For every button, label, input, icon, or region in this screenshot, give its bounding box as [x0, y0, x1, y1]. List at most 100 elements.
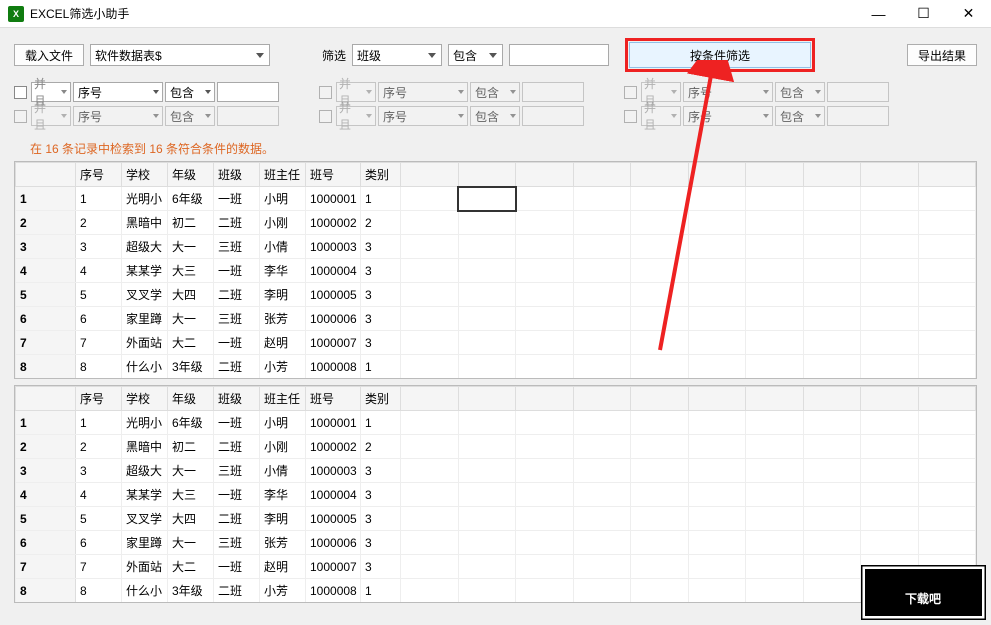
- cell[interactable]: [918, 259, 976, 283]
- cell[interactable]: [918, 531, 976, 555]
- cell[interactable]: 外面站: [122, 555, 168, 579]
- value-input-sub[interactable]: [522, 82, 584, 102]
- cell[interactable]: [401, 483, 459, 507]
- cell[interactable]: [688, 579, 746, 603]
- column-header[interactable]: [803, 163, 861, 187]
- row-number[interactable]: 1: [16, 411, 76, 435]
- cell[interactable]: 3: [361, 331, 401, 355]
- cell[interactable]: [918, 187, 976, 211]
- column-header[interactable]: 班主任: [260, 387, 306, 411]
- cell[interactable]: [573, 555, 631, 579]
- column-header[interactable]: [918, 163, 976, 187]
- cell[interactable]: [688, 235, 746, 259]
- cell[interactable]: 5: [76, 283, 122, 307]
- cell[interactable]: [458, 235, 516, 259]
- cell[interactable]: [458, 483, 516, 507]
- cell[interactable]: [746, 435, 804, 459]
- cell[interactable]: 3: [361, 507, 401, 531]
- cell[interactable]: 大二: [168, 555, 214, 579]
- cell[interactable]: [688, 483, 746, 507]
- cell[interactable]: [458, 411, 516, 435]
- filter-checkbox[interactable]: [319, 86, 332, 99]
- cell[interactable]: [631, 507, 689, 531]
- cell[interactable]: [401, 283, 459, 307]
- value-input-sub[interactable]: [217, 106, 279, 126]
- cell[interactable]: [401, 211, 459, 235]
- table-row[interactable]: 44某某学大三一班李华10000043: [16, 259, 976, 283]
- cell[interactable]: [401, 259, 459, 283]
- cell[interactable]: [573, 579, 631, 603]
- cell[interactable]: 二班: [214, 211, 260, 235]
- cell[interactable]: [573, 235, 631, 259]
- cell[interactable]: [918, 307, 976, 331]
- cell[interactable]: [516, 579, 574, 603]
- cell[interactable]: [573, 187, 631, 211]
- cell[interactable]: [458, 259, 516, 283]
- cell[interactable]: [803, 355, 861, 379]
- cell[interactable]: 外面站: [122, 331, 168, 355]
- cell[interactable]: 8: [76, 579, 122, 603]
- cell[interactable]: [631, 283, 689, 307]
- table-row[interactable]: 88什么小3年级二班小芳10000081: [16, 579, 976, 603]
- cell[interactable]: 1000007: [306, 331, 361, 355]
- cell[interactable]: 叉叉学: [122, 283, 168, 307]
- cell[interactable]: [746, 331, 804, 355]
- cell[interactable]: 李明: [260, 507, 306, 531]
- cell[interactable]: [631, 259, 689, 283]
- filter-value-input[interactable]: [509, 44, 609, 66]
- cell[interactable]: [401, 435, 459, 459]
- column-header[interactable]: [573, 387, 631, 411]
- cell[interactable]: [918, 211, 976, 235]
- cell[interactable]: 张芳: [260, 307, 306, 331]
- cell[interactable]: [746, 579, 804, 603]
- cell[interactable]: [688, 283, 746, 307]
- cell[interactable]: 2: [361, 211, 401, 235]
- cell[interactable]: 1000001: [306, 411, 361, 435]
- cell[interactable]: [516, 355, 574, 379]
- cell[interactable]: 1000008: [306, 579, 361, 603]
- cell[interactable]: 4: [76, 259, 122, 283]
- export-button[interactable]: 导出结果: [907, 44, 977, 66]
- cell[interactable]: [746, 355, 804, 379]
- cell[interactable]: 小明: [260, 187, 306, 211]
- results-grid-bottom[interactable]: 序号学校年级班级班主任班号类别11光明小6年级一班小明1000001122黑暗中…: [14, 385, 977, 603]
- cell[interactable]: [861, 307, 919, 331]
- cell[interactable]: [803, 307, 861, 331]
- cell[interactable]: [458, 187, 516, 211]
- cell[interactable]: 1000004: [306, 259, 361, 283]
- filter-checkbox[interactable]: [14, 110, 27, 123]
- cell[interactable]: [516, 459, 574, 483]
- cell[interactable]: [803, 283, 861, 307]
- cell[interactable]: 6年级: [168, 411, 214, 435]
- cell[interactable]: [516, 307, 574, 331]
- cell[interactable]: 光明小: [122, 187, 168, 211]
- cell[interactable]: [688, 435, 746, 459]
- cell[interactable]: [803, 435, 861, 459]
- table-row[interactable]: 44某某学大三一班李华10000043: [16, 483, 976, 507]
- cell[interactable]: 二班: [214, 435, 260, 459]
- cell[interactable]: [861, 211, 919, 235]
- op-select-sub[interactable]: 包含: [165, 82, 215, 102]
- cell[interactable]: [401, 459, 459, 483]
- cell[interactable]: [746, 411, 804, 435]
- cell[interactable]: [918, 283, 976, 307]
- cell[interactable]: [401, 331, 459, 355]
- cell[interactable]: [458, 459, 516, 483]
- op-select-sub[interactable]: 包含: [775, 82, 825, 102]
- cell[interactable]: [803, 235, 861, 259]
- column-header[interactable]: [401, 163, 459, 187]
- cell[interactable]: [746, 283, 804, 307]
- cell[interactable]: [918, 435, 976, 459]
- cell[interactable]: [688, 211, 746, 235]
- cell[interactable]: [631, 579, 689, 603]
- column-header[interactable]: 年级: [168, 163, 214, 187]
- cell[interactable]: [516, 211, 574, 235]
- row-number[interactable]: 4: [16, 259, 76, 283]
- cell[interactable]: 1: [361, 355, 401, 379]
- cell[interactable]: 三班: [214, 235, 260, 259]
- cell[interactable]: [746, 459, 804, 483]
- cell[interactable]: [688, 259, 746, 283]
- cell[interactable]: [631, 331, 689, 355]
- field-select-sub[interactable]: 序号: [378, 82, 468, 102]
- column-header[interactable]: [688, 163, 746, 187]
